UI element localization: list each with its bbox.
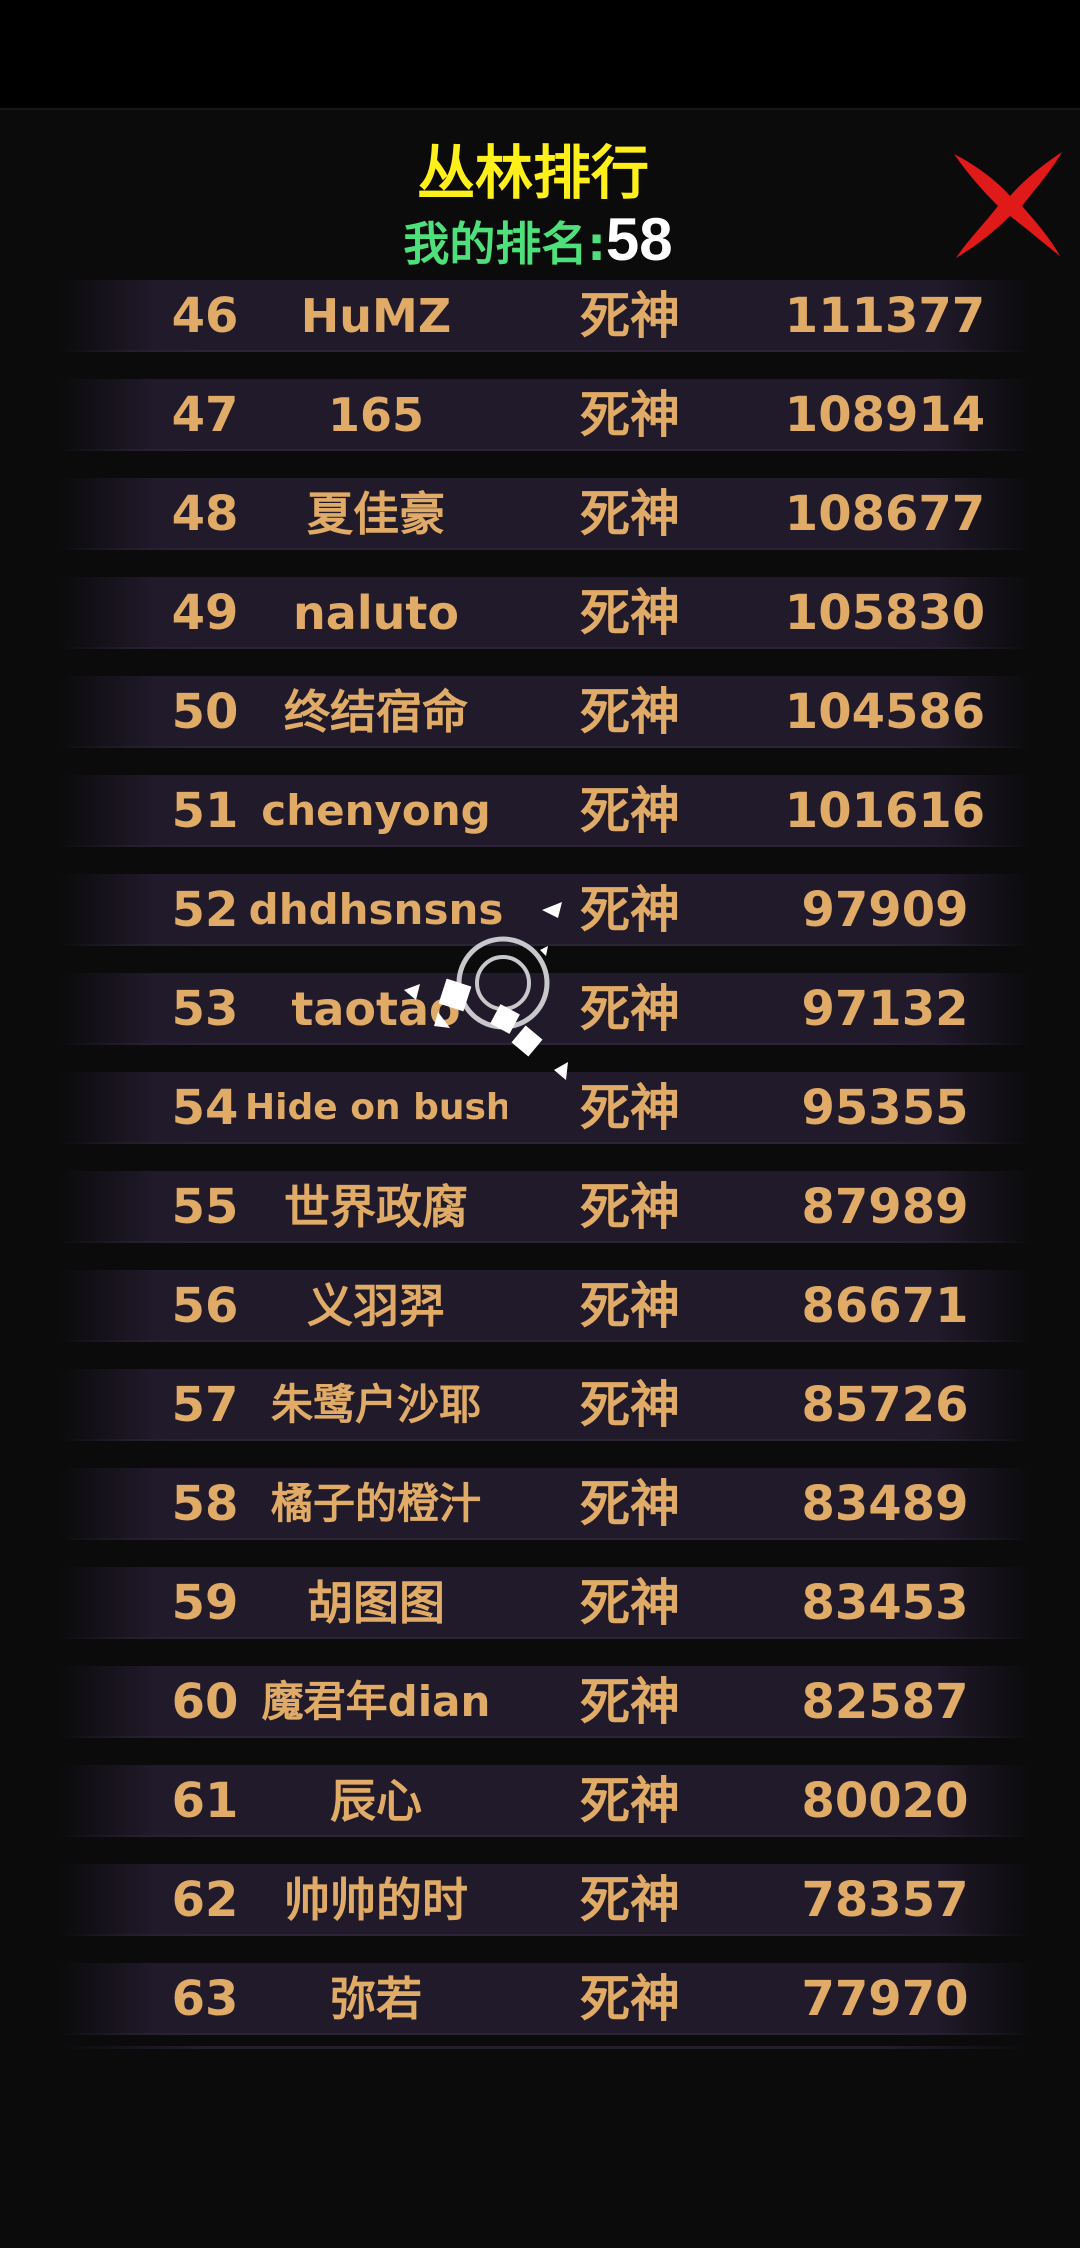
- score-cell: 86671: [801, 1278, 969, 1334]
- player-title-cell: 死神: [580, 1970, 680, 2028]
- player-title-cell: 死神: [580, 1772, 680, 1830]
- leaderboard-row[interactable]: 57 朱鹭户沙耶 死神 85726: [0, 1369, 1080, 1441]
- leaderboard-row[interactable]: 51 chenyong 死神 101616: [0, 775, 1080, 847]
- player-name-cell: dhdhsnsns: [248, 885, 504, 934]
- rank-cell: 58: [171, 1476, 239, 1532]
- score-cell: 101616: [784, 783, 986, 839]
- page-title: 丛林排行: [416, 139, 649, 207]
- player-name-cell: taotao: [291, 982, 461, 1036]
- score-cell: 97132: [801, 981, 969, 1037]
- player-name-cell: 义羽羿: [307, 1279, 445, 1333]
- score-cell: 82587: [801, 1674, 969, 1730]
- player-name-cell: 世界政腐: [284, 1180, 468, 1234]
- player-title-cell: 死神: [580, 1574, 680, 1632]
- rank-cell: 46: [171, 288, 239, 344]
- leaderboard-row[interactable]: 61 辰心 死神 80020: [0, 1765, 1080, 1837]
- player-name-cell: chenyong: [261, 786, 491, 835]
- score-cell: 104586: [784, 684, 986, 740]
- leaderboard-row[interactable]: 54 Hide on bushi 死神 95355: [0, 1072, 1080, 1144]
- score-cell: 105830: [784, 585, 986, 641]
- rank-cell: 53: [171, 981, 239, 1037]
- score-cell: 80020: [801, 1773, 969, 1829]
- leaderboard-row[interactable]: 55 世界政腐 死神 87989: [0, 1171, 1080, 1243]
- score-cell: 97909: [801, 882, 969, 938]
- player-name-cell: 朱鹭户沙耶: [270, 1380, 481, 1429]
- player-title-cell: 死神: [580, 584, 680, 642]
- rank-cell: 49: [171, 585, 239, 641]
- score-cell: 78357: [801, 1872, 969, 1928]
- leaderboard-row[interactable]: 56 义羽羿 死神 86671: [0, 1270, 1080, 1342]
- rank-cell: 50: [171, 684, 239, 740]
- leaderboard-row[interactable]: 53 taotao 死神 97132: [0, 973, 1080, 1045]
- player-title-cell: 死神: [580, 1673, 680, 1731]
- player-title-cell: 死神: [580, 683, 680, 741]
- leaderboard-row[interactable]: 46 HuMZ 死神 111377: [0, 280, 1080, 352]
- rank-cell: 48: [171, 486, 239, 542]
- player-title-cell: 死神: [580, 1079, 680, 1137]
- rank-cell: 56: [171, 1278, 239, 1334]
- player-name-cell: 橘子的橙汁: [270, 1479, 481, 1528]
- leaderboard-row[interactable]: 52 dhdhsnsns 死神 97909: [0, 874, 1080, 946]
- rank-cell: 57: [171, 1377, 239, 1433]
- leaderboard-row[interactable]: 60 魔君年dian 死神 82587: [0, 1666, 1080, 1738]
- leaderboard-row[interactable]: 62 帅帅的时 死神 78357: [0, 1864, 1080, 1936]
- score-cell: 111377: [784, 288, 986, 344]
- player-title-cell: 死神: [580, 1871, 680, 1929]
- player-title-cell: 死神: [580, 881, 680, 939]
- close-button[interactable]: [948, 144, 1066, 262]
- score-cell: 85726: [801, 1377, 969, 1433]
- rank-cell: 59: [171, 1575, 239, 1631]
- leaderboard-list[interactable]: 46 HuMZ 死神 111377 47 165 死神 108914 48 夏佳…: [0, 280, 1080, 2060]
- player-name-cell: 胡图图: [307, 1576, 445, 1630]
- leaderboard-row[interactable]: 50 终结宿命 死神 104586: [0, 676, 1080, 748]
- player-name-cell: 弥若: [330, 1972, 422, 2026]
- rank-cell: 63: [171, 1971, 239, 2027]
- score-cell: 108677: [784, 486, 986, 542]
- leaderboard-row[interactable]: 63 弥若 死神 77970: [0, 1963, 1080, 2035]
- player-title-cell: 死神: [580, 1475, 680, 1533]
- leaderboard-row[interactable]: 59 胡图图 死神 83453: [0, 1567, 1080, 1639]
- player-name-cell: 夏佳豪: [307, 487, 445, 541]
- my-rank: 我的排名:58: [0, 208, 1076, 287]
- score-cell: 87989: [801, 1179, 969, 1235]
- score-cell: 83489: [801, 1476, 969, 1532]
- rank-cell: 62: [171, 1872, 239, 1928]
- my-rank-label: 我的排名:: [403, 217, 606, 271]
- player-title-cell: 死神: [580, 1277, 680, 1335]
- score-cell: 83453: [801, 1575, 969, 1631]
- player-title-cell: 死神: [580, 386, 680, 444]
- player-name-cell: 165: [327, 388, 425, 442]
- player-title-cell: 死神: [580, 485, 680, 543]
- score-cell: 108914: [784, 387, 986, 443]
- score-cell: 77970: [801, 1971, 969, 2027]
- player-name-cell: 辰心: [330, 1774, 422, 1828]
- player-name-cell: 终结宿命: [284, 685, 468, 739]
- player-title-cell: 死神: [580, 782, 680, 840]
- rank-cell: 52: [171, 882, 239, 938]
- rank-cell: 55: [171, 1179, 239, 1235]
- player-title-cell: 死神: [580, 980, 680, 1038]
- score-cell: 95355: [801, 1080, 969, 1136]
- list-end-divider: [60, 2046, 1030, 2049]
- rank-cell: 47: [171, 387, 239, 443]
- leaderboard-row[interactable]: 47 165 死神 108914: [0, 379, 1080, 451]
- player-name-cell: 帅帅的时: [284, 1873, 468, 1927]
- leaderboard-row[interactable]: 48 夏佳豪 死神 108677: [0, 478, 1080, 550]
- my-rank-value: 58: [605, 206, 673, 273]
- status-bar-area: [0, 0, 1080, 108]
- rank-cell: 60: [171, 1674, 239, 1730]
- player-title-cell: 死神: [580, 1178, 680, 1236]
- player-name-cell: Hide on bushi: [245, 1087, 507, 1128]
- player-name-cell: HuMZ: [300, 289, 452, 343]
- rank-cell: 54: [171, 1080, 239, 1136]
- player-name-cell: naluto: [293, 586, 459, 640]
- player-name-cell: 魔君年dian: [261, 1677, 491, 1726]
- close-x-icon: [954, 152, 1062, 258]
- leaderboard-row[interactable]: 49 naluto 死神 105830: [0, 577, 1080, 649]
- player-title-cell: 死神: [580, 287, 680, 345]
- player-title-cell: 死神: [580, 1376, 680, 1434]
- rank-cell: 51: [171, 783, 239, 839]
- leaderboard-row[interactable]: 58 橘子的橙汁 死神 83489: [0, 1468, 1080, 1540]
- rank-cell: 61: [171, 1773, 239, 1829]
